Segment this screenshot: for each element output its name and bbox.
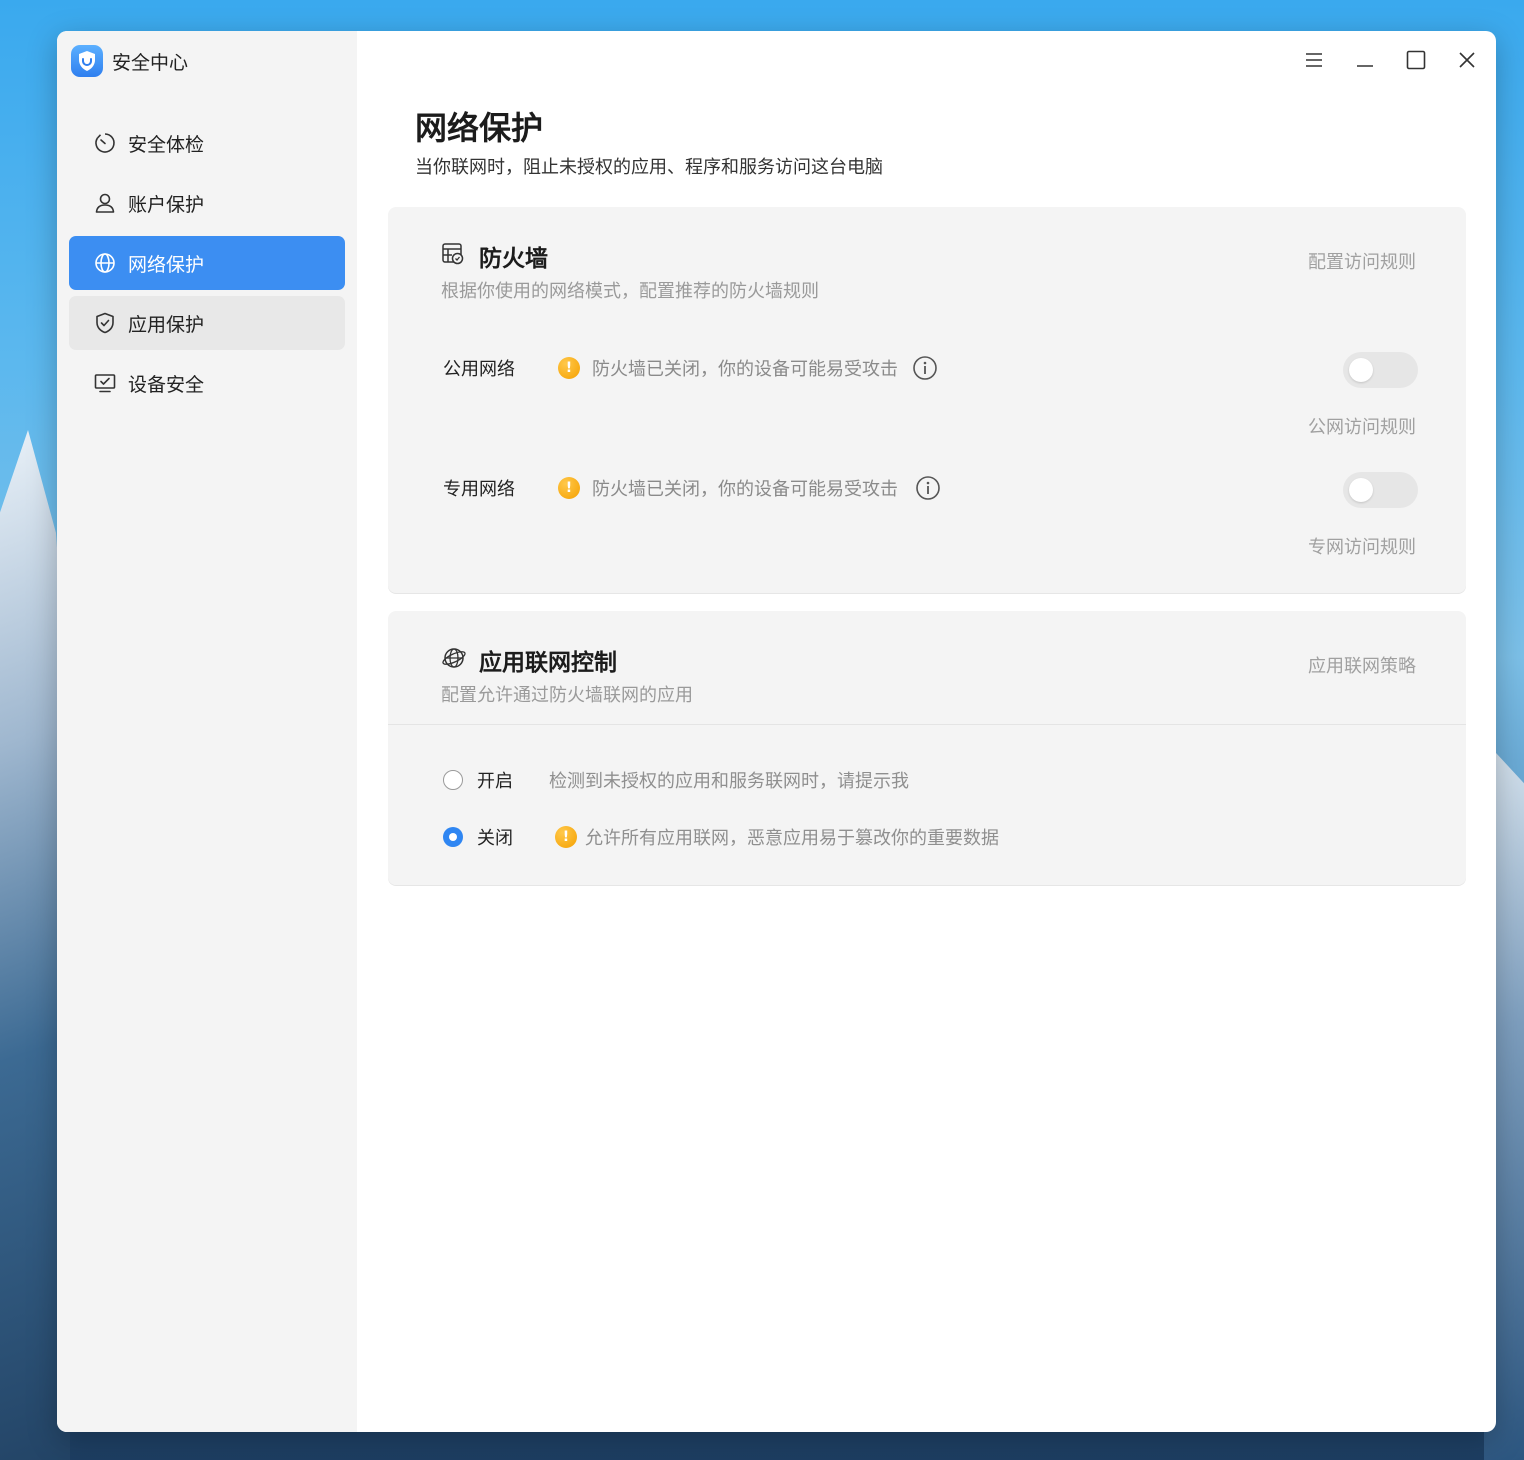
toggle-knob bbox=[1349, 478, 1373, 502]
radio-enable[interactable] bbox=[443, 770, 463, 790]
user-icon bbox=[93, 191, 117, 215]
page-subtitle: 当你联网时，阻止未授权的应用、程序和服务访问这台电脑 bbox=[415, 157, 883, 178]
sidebar-item-account[interactable]: 账户保护 bbox=[69, 176, 345, 230]
scan-icon bbox=[93, 131, 117, 155]
radio-disable[interactable] bbox=[443, 827, 463, 847]
sidebar-item-device-security[interactable]: 设备安全 bbox=[69, 356, 345, 410]
sidebar-nav: 安全体检 账户保护 网络保护 应用保护 设备安全 bbox=[69, 116, 345, 416]
minimize-icon bbox=[1356, 53, 1374, 72]
warning-icon: ! bbox=[558, 357, 580, 379]
app-control-options: 开启 检测到未授权的应用和服务联网时，请提示我 关闭 ! 允许所有应用联网，恶意… bbox=[388, 724, 1466, 885]
private-network-row: 专用网络 ! 防火墙已关闭，你的设备可能易受攻击 bbox=[443, 475, 941, 501]
info-icon[interactable] bbox=[912, 355, 938, 381]
sidebar-item-label: 账户保护 bbox=[128, 193, 205, 216]
app-window: 安全中心 安全体检 账户保护 网络保护 应用保护 设备安全 网络保护 当你联网时… bbox=[57, 31, 1496, 1432]
warning-icon: ! bbox=[558, 477, 580, 499]
option-enable-row[interactable]: 开启 检测到未授权的应用和服务联网时，请提示我 bbox=[443, 767, 909, 793]
close-button[interactable] bbox=[1452, 47, 1482, 77]
shield-logo-icon bbox=[71, 45, 103, 77]
sidebar-item-label: 设备安全 bbox=[128, 373, 205, 396]
private-rules-link[interactable]: 专网访问规则 bbox=[1308, 533, 1416, 559]
firewall-desc: 根据你使用的网络模式，配置推荐的防火墙规则 bbox=[441, 281, 819, 302]
monitor-check-icon bbox=[93, 371, 117, 395]
firewall-card: 防火墙 根据你使用的网络模式，配置推荐的防火墙规则 配置访问规则 公用网络 ! … bbox=[388, 207, 1466, 593]
page-title: 网络保护 bbox=[415, 109, 544, 147]
option-disable-row[interactable]: 关闭 ! 允许所有应用联网，恶意应用易于篡改你的重要数据 bbox=[443, 824, 999, 850]
sidebar-item-network[interactable]: 网络保护 bbox=[69, 236, 345, 290]
close-icon bbox=[1458, 51, 1476, 73]
sidebar-item-label: 网络保护 bbox=[128, 253, 205, 276]
public-network-row: 公用网络 ! 防火墙已关闭，你的设备可能易受攻击 bbox=[443, 355, 938, 381]
menu-button[interactable] bbox=[1299, 47, 1329, 77]
configure-rules-link[interactable]: 配置访问规则 bbox=[1308, 248, 1416, 274]
public-network-toggle[interactable] bbox=[1343, 352, 1418, 388]
sidebar: 安全中心 安全体检 账户保护 网络保护 应用保护 设备安全 bbox=[57, 31, 357, 1432]
app-control-desc: 配置允许通过防火墙联网的应用 bbox=[441, 685, 693, 706]
menu-icon bbox=[1305, 52, 1323, 72]
option-enable-label: 开启 bbox=[477, 771, 513, 792]
maximize-button[interactable] bbox=[1401, 47, 1431, 77]
firewall-icon bbox=[441, 242, 465, 270]
option-disable-label: 关闭 bbox=[477, 828, 513, 849]
app-network-icon bbox=[441, 645, 467, 675]
public-network-status: 防火墙已关闭，你的设备可能易受攻击 bbox=[592, 359, 898, 380]
maximize-icon bbox=[1406, 50, 1426, 74]
private-network-toggle[interactable] bbox=[1343, 472, 1418, 508]
app-header: 安全中心 bbox=[71, 45, 188, 77]
option-enable-desc: 检测到未授权的应用和服务联网时，请提示我 bbox=[549, 771, 909, 792]
info-icon[interactable] bbox=[915, 475, 941, 501]
toggle-knob bbox=[1349, 358, 1373, 382]
app-network-control-card: 应用联网控制 配置允许通过防火墙联网的应用 应用联网策略 开启 检测到未授权的应… bbox=[388, 611, 1466, 885]
sidebar-item-app-protection[interactable]: 应用保护 bbox=[69, 296, 345, 350]
sidebar-item-label: 安全体检 bbox=[128, 133, 205, 156]
app-title: 安全中心 bbox=[112, 51, 189, 74]
private-network-label: 专用网络 bbox=[443, 479, 515, 500]
warning-icon: ! bbox=[555, 826, 577, 848]
private-network-status: 防火墙已关闭，你的设备可能易受攻击 bbox=[592, 479, 898, 500]
app-network-policy-link[interactable]: 应用联网策略 bbox=[1308, 652, 1416, 678]
sidebar-item-health-check[interactable]: 安全体检 bbox=[69, 116, 345, 170]
public-rules-link[interactable]: 公网访问规则 bbox=[1308, 413, 1416, 439]
option-disable-desc: 允许所有应用联网，恶意应用易于篡改你的重要数据 bbox=[585, 828, 999, 849]
firewall-header: 防火墙 bbox=[441, 239, 548, 273]
shield-check-icon bbox=[93, 311, 117, 335]
minimize-button[interactable] bbox=[1350, 47, 1380, 77]
app-control-title: 应用联网控制 bbox=[479, 650, 617, 676]
app-control-header: 应用联网控制 bbox=[441, 643, 617, 677]
globe-icon bbox=[93, 251, 117, 275]
firewall-title: 防火墙 bbox=[479, 246, 548, 272]
sidebar-item-label: 应用保护 bbox=[128, 313, 205, 336]
public-network-label: 公用网络 bbox=[443, 359, 515, 380]
